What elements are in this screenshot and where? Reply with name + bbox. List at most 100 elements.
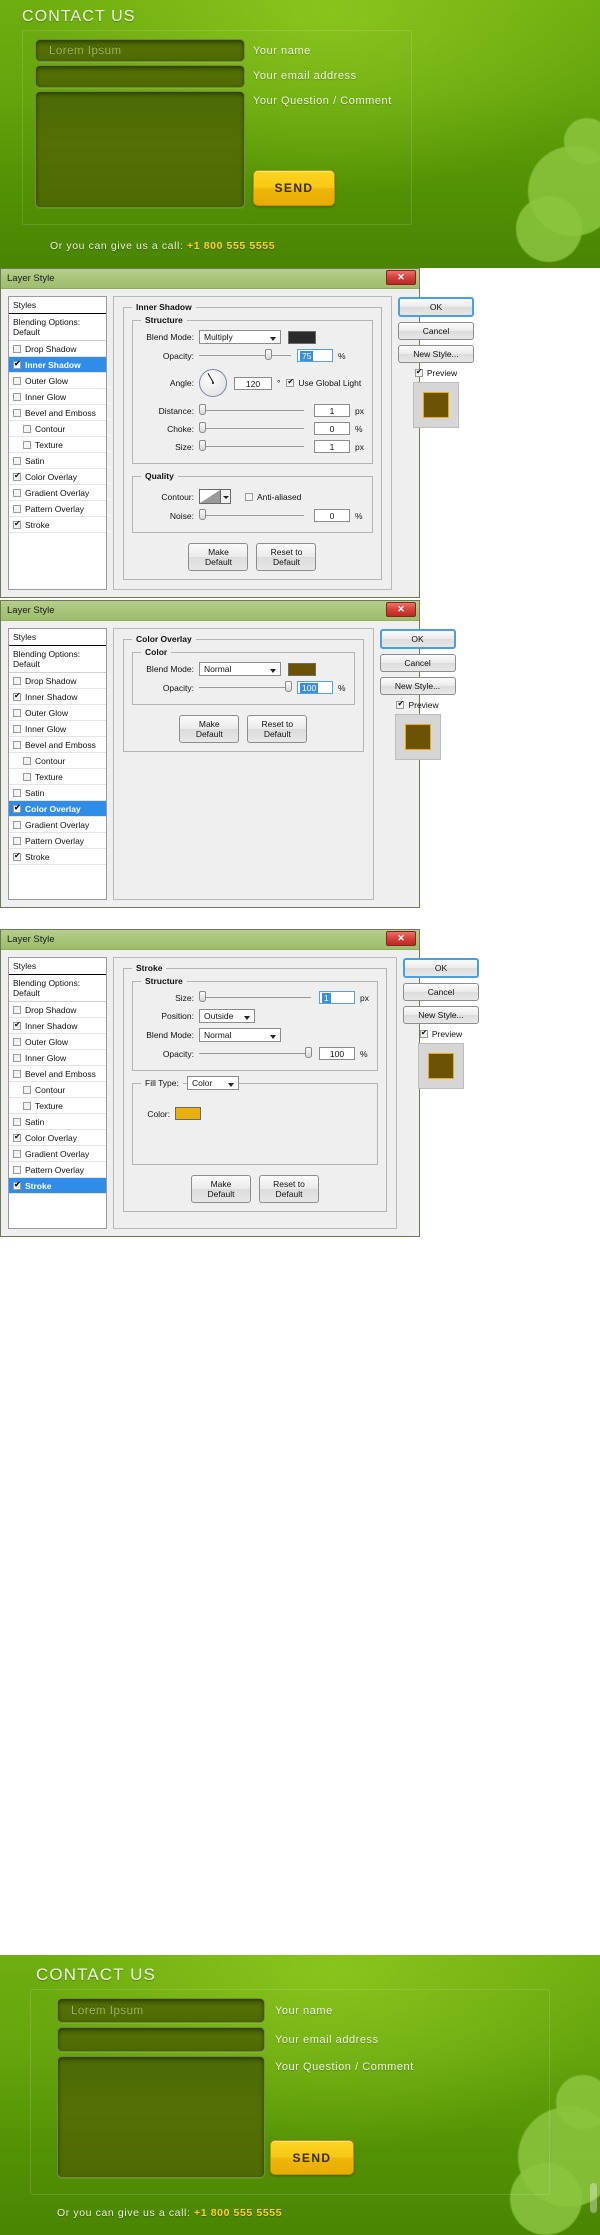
opacity-slider[interactable] [199, 349, 291, 360]
style-enable-checkbox[interactable] [13, 820, 21, 829]
blend-mode-select[interactable]: Normal [199, 662, 281, 676]
style-enable-checkbox[interactable] [13, 359, 21, 369]
style-list-item-pattern-overlay[interactable]: Pattern Overlay [9, 1162, 106, 1178]
contour-picker[interactable] [199, 489, 231, 504]
style-enable-checkbox[interactable] [13, 504, 21, 513]
style-enable-checkbox[interactable] [13, 1117, 21, 1126]
style-enable-checkbox[interactable] [23, 1101, 31, 1110]
close-icon[interactable]: ✕ [386, 602, 416, 617]
ok-button[interactable]: OK [402, 958, 479, 978]
style-list-item-pattern-overlay[interactable]: Pattern Overlay [9, 501, 106, 517]
opacity-slider[interactable] [199, 681, 292, 692]
layer-style-dialog-inner-shadow[interactable]: Layer Style ✕ Styles Blending Options: D… [0, 268, 474, 598]
name-input[interactable]: Lorem Ipsum [35, 39, 245, 62]
style-list-item-color-overlay[interactable]: Color Overlay [9, 469, 106, 485]
blend-mode-select[interactable]: Multiply [199, 330, 281, 344]
preview-checkbox[interactable] [414, 367, 423, 377]
style-enable-checkbox[interactable] [13, 708, 21, 717]
size-value[interactable]: 1 [319, 991, 355, 1004]
close-icon[interactable]: ✕ [386, 931, 416, 946]
style-list-item-drop-shadow[interactable]: Drop Shadow [9, 1002, 106, 1018]
opacity-value[interactable]: 100 [319, 1047, 355, 1060]
style-enable-checkbox[interactable] [23, 440, 31, 449]
style-enable-checkbox[interactable] [13, 519, 21, 529]
style-list-item-gradient-overlay[interactable]: Gradient Overlay [9, 1146, 106, 1162]
opacity-slider[interactable] [199, 1047, 312, 1058]
style-enable-checkbox[interactable] [23, 1085, 31, 1094]
angle-dial[interactable] [199, 369, 227, 397]
styles-list[interactable]: Styles Blending Options: Default Drop Sh… [8, 628, 107, 900]
style-enable-checkbox[interactable] [13, 691, 21, 701]
style-list-item-outer-glow[interactable]: Outer Glow [9, 705, 106, 721]
style-list-item-inner-glow[interactable]: Inner Glow [9, 721, 106, 737]
overlay-color-swatch[interactable] [288, 662, 316, 676]
size-slider[interactable] [199, 991, 311, 1002]
style-enable-checkbox[interactable] [13, 803, 21, 813]
style-enable-checkbox[interactable] [13, 851, 21, 861]
opacity-value[interactable]: 75 [297, 349, 333, 362]
blend-mode-select[interactable]: Normal [199, 1028, 281, 1042]
style-enable-checkbox[interactable] [23, 756, 31, 765]
style-list-item-drop-shadow[interactable]: Drop Shadow [9, 673, 106, 689]
noise-value[interactable]: 0 [314, 509, 350, 522]
style-list-item-texture[interactable]: Texture [9, 769, 106, 785]
anti-aliased-row[interactable]: Anti-aliased [245, 492, 301, 502]
opacity-value[interactable]: 100 [297, 681, 333, 694]
dialog-titlebar[interactable]: Layer Style ✕ [1, 601, 419, 621]
style-enable-checkbox[interactable] [13, 1005, 21, 1014]
size-value[interactable]: 1 [314, 440, 350, 453]
shadow-color-swatch[interactable] [288, 330, 316, 344]
opacity-slider-knob[interactable] [305, 1047, 312, 1058]
cancel-button[interactable]: Cancel [379, 654, 456, 672]
scrollbar-thumb[interactable] [590, 2183, 597, 2213]
style-enable-checkbox[interactable] [13, 1053, 21, 1062]
style-enable-checkbox[interactable] [13, 1132, 21, 1142]
preview-row[interactable]: Preview [403, 1028, 479, 1039]
style-list-item-texture[interactable]: Texture [9, 1098, 106, 1114]
blending-options-item[interactable]: Blending Options: Default [9, 646, 106, 673]
style-enable-checkbox[interactable] [13, 788, 21, 797]
size-slider-knob[interactable] [199, 440, 206, 451]
style-enable-checkbox[interactable] [13, 1149, 21, 1158]
preview-row[interactable]: Preview [380, 699, 456, 710]
choke-value[interactable]: 0 [314, 422, 350, 435]
style-enable-checkbox[interactable] [13, 408, 21, 417]
style-enable-checkbox[interactable] [13, 676, 21, 685]
opacity-slider-knob[interactable] [265, 349, 272, 360]
make-default-button[interactable]: Make Default [179, 715, 240, 743]
style-enable-checkbox[interactable] [13, 836, 21, 845]
email-input[interactable] [57, 2027, 265, 2052]
style-list-item-gradient-overlay[interactable]: Gradient Overlay [9, 485, 106, 501]
style-list-item-outer-glow[interactable]: Outer Glow [9, 373, 106, 389]
style-list-item-texture[interactable]: Texture [9, 437, 106, 453]
layer-style-dialog-stroke[interactable]: Layer Style ✕ Styles Blending Options: D… [0, 929, 479, 1237]
style-enable-checkbox[interactable] [13, 1037, 21, 1046]
angle-value[interactable]: 120 [234, 376, 272, 390]
blending-options-item[interactable]: Blending Options: Default [9, 314, 106, 341]
fill-type-select[interactable]: Color [187, 1076, 239, 1090]
style-enable-checkbox[interactable] [13, 376, 21, 385]
noise-slider[interactable] [199, 509, 304, 520]
size-slider[interactable] [199, 440, 304, 451]
cancel-button[interactable]: Cancel [402, 983, 479, 1001]
style-list-item-contour[interactable]: Contour [9, 753, 106, 769]
style-list-item-color-overlay[interactable]: Color Overlay [9, 801, 106, 817]
opacity-slider-knob[interactable] [285, 681, 292, 692]
style-list-item-gradient-overlay[interactable]: Gradient Overlay [9, 817, 106, 833]
chevron-down-icon[interactable] [221, 489, 231, 504]
style-enable-checkbox[interactable] [13, 1165, 21, 1174]
style-list-item-color-overlay[interactable]: Color Overlay [9, 1130, 106, 1146]
style-list-item-bevel-and-emboss[interactable]: Bevel and Emboss [9, 405, 106, 421]
ok-button[interactable]: OK [397, 297, 474, 317]
new-style-button[interactable]: New Style... [397, 345, 474, 363]
preview-checkbox[interactable] [396, 699, 405, 709]
stroke-color-swatch[interactable] [175, 1107, 201, 1120]
style-list-item-satin[interactable]: Satin [9, 453, 106, 469]
styles-list[interactable]: Styles Blending Options: Default Drop Sh… [8, 957, 107, 1229]
reset-to-default-button[interactable]: Reset to Default [247, 715, 308, 743]
distance-value[interactable]: 1 [314, 404, 350, 417]
send-button[interactable]: SEND [270, 2140, 354, 2175]
style-list-item-contour[interactable]: Contour [9, 1082, 106, 1098]
preview-row[interactable]: Preview [398, 367, 474, 378]
style-enable-checkbox[interactable] [13, 488, 21, 497]
